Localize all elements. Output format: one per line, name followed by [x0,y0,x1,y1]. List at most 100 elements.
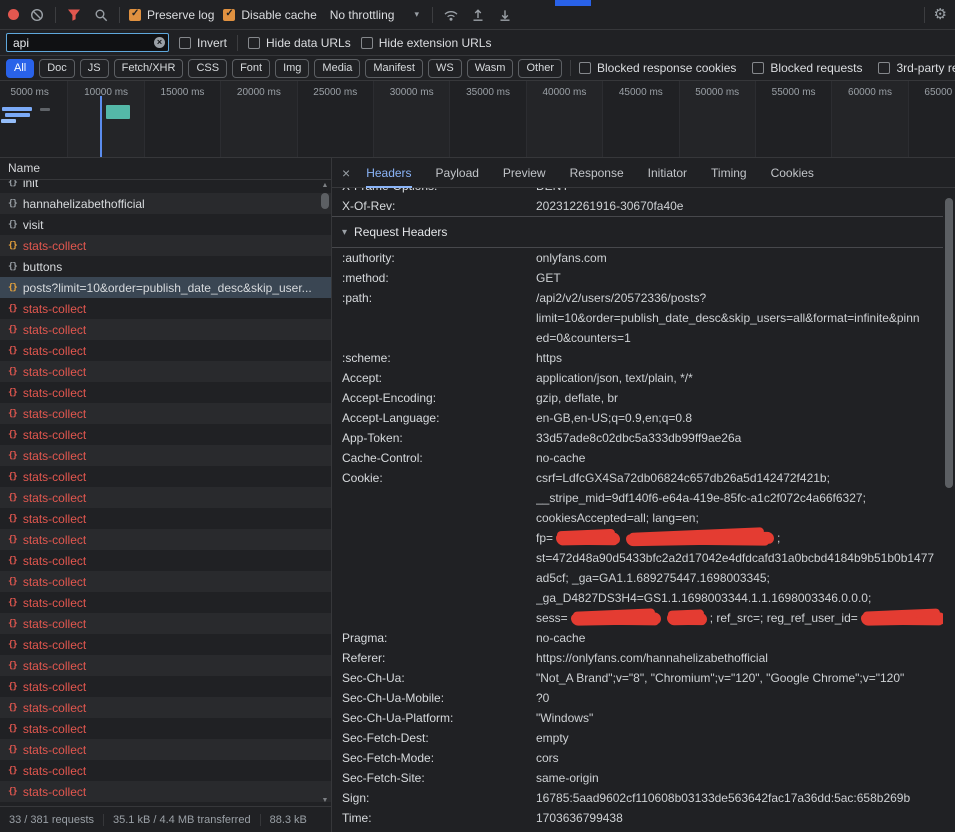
header-row: Sec-Fetch-Mode:cors [342,748,943,768]
filter-chip-doc[interactable]: Doc [39,59,75,78]
settings-gear-icon[interactable]: ⚙ [934,7,947,22]
scrollbar-thumb[interactable] [321,193,329,209]
request-row[interactable]: {}stats-collect [0,592,331,613]
request-row[interactable]: {}visit [0,214,331,235]
script-icon: {} [8,787,17,797]
redaction-scribble [571,612,661,626]
request-row[interactable]: {}stats-collect [0,655,331,676]
request-row[interactable]: {}stats-collect [0,550,331,571]
request-row[interactable]: {}stats-collect [0,445,331,466]
filter-chip-all[interactable]: All [6,59,34,78]
clear-network-log-button[interactable] [28,6,46,24]
search-button[interactable] [92,6,110,24]
request-row[interactable]: {}stats-collect [0,739,331,760]
details-scrollbar[interactable] [943,188,955,832]
header-value-line: 16785:5aad9602cf110608b03133de563642fac1… [536,788,943,808]
section-request-headers[interactable]: ▾Request Headers [332,216,943,248]
header-value-line: "Windows" [536,708,943,728]
throttling-dropdown[interactable]: No throttling ▾ [330,8,419,22]
request-row[interactable]: {}hannahelizabethofficial [0,193,331,214]
close-icon[interactable]: × [342,166,350,180]
filter-chip-css[interactable]: CSS [188,59,227,78]
filter-input[interactable] [6,33,169,52]
tab-timing[interactable]: Timing [711,158,747,188]
request-row[interactable]: {}init [0,180,331,193]
script-icon: {} [8,766,17,776]
tab-headers[interactable]: Headers [366,158,411,188]
request-row[interactable]: {}stats-collect [0,697,331,718]
filter-chip-font[interactable]: Font [232,59,270,78]
request-name: stats-collect [23,533,323,547]
tab-response[interactable]: Response [570,158,624,188]
details-tab-bar: × Headers Payload Preview Response Initiator… [332,158,955,188]
filter-chip-js[interactable]: JS [80,59,109,78]
network-conditions-button[interactable] [442,6,460,24]
import-har-button[interactable] [469,6,487,24]
request-row[interactable]: {}stats-collect [0,382,331,403]
clear-filter-icon[interactable]: × [154,37,165,48]
header-value-line: DENY [536,188,943,196]
request-row[interactable]: {}stats-collect [0,340,331,361]
export-har-button[interactable] [496,6,514,24]
request-row[interactable]: {}stats-collect [0,403,331,424]
request-row[interactable]: {}stats-collect [0,760,331,781]
filter-chip-img[interactable]: Img [275,59,309,78]
requests-scrollbar[interactable]: ▲ ▼ [319,180,331,806]
header-value: same-origin [536,768,943,788]
request-name: stats-collect [23,365,323,379]
disable-cache-checkbox[interactable]: Disable cache [223,8,316,22]
tab-payload[interactable]: Payload [436,158,479,188]
scrollbar-thumb[interactable] [945,198,953,488]
request-row[interactable]: {}stats-collect [0,361,331,382]
tab-preview[interactable]: Preview [503,158,546,188]
request-list: {}init{}hannahelizabethofficial{}visit{}… [0,180,331,806]
scroll-down-icon[interactable]: ▼ [322,795,329,806]
toolbar-separator [432,7,433,23]
script-icon: {} [8,514,17,524]
request-row[interactable]: {}stats-collect [0,571,331,592]
request-row[interactable]: {}posts?limit=10&order=publish_date_desc… [0,277,331,298]
request-row[interactable]: {}stats-collect [0,781,331,802]
request-row[interactable]: {}stats-collect [0,508,331,529]
request-row[interactable]: {}stats-collect [0,298,331,319]
filter-chip-fetch-xhr[interactable]: Fetch/XHR [114,59,184,78]
request-row[interactable]: {}stats-collect [0,424,331,445]
request-row[interactable]: {}stats-collect [0,319,331,340]
filter-chip-ws[interactable]: WS [428,59,462,78]
name-column-header[interactable]: Name [0,158,331,180]
checkbox-icon [752,62,764,74]
record-button[interactable] [8,9,19,20]
request-row[interactable]: {}stats-collect [0,487,331,508]
header-value-line: no-cache [536,448,943,468]
tab-cookies[interactable]: Cookies [771,158,814,188]
hide-extension-urls-label: Hide extension URLs [379,36,492,50]
request-row[interactable]: {}stats-collect [0,235,331,256]
request-row[interactable]: {}stats-collect [0,676,331,697]
header-row: :authority:onlyfans.com [342,248,943,268]
tab-initiator[interactable]: Initiator [648,158,687,188]
3rd-party-requests-checkbox[interactable]: 3rd-party requests [878,61,955,75]
header-value-line: cookiesAccepted=all; lang=en; [536,508,943,528]
preserve-log-checkbox[interactable]: Preserve log [129,8,214,22]
header-row: Sign:16785:5aad9602cf110608b03133de56364… [342,788,943,808]
request-name: stats-collect [23,743,323,757]
request-row[interactable]: {}stats-collect [0,634,331,655]
request-row[interactable]: {}stats-collect [0,466,331,487]
filter-chip-media[interactable]: Media [314,59,360,78]
request-row[interactable]: {}stats-collect [0,718,331,739]
timeline-overview[interactable]: 5000 ms10000 ms15000 ms20000 ms25000 ms3… [0,81,955,158]
invert-checkbox[interactable]: Invert [179,36,227,50]
filter-chip-manifest[interactable]: Manifest [365,59,423,78]
request-row[interactable]: {}buttons [0,256,331,277]
scroll-up-icon[interactable]: ▲ [322,180,329,191]
filter-chip-other[interactable]: Other [518,59,562,78]
blocked-requests-checkbox[interactable]: Blocked requests [752,61,862,75]
filter-button[interactable] [65,6,83,24]
request-row[interactable]: {}stats-collect [0,613,331,634]
filter-chip-wasm[interactable]: Wasm [467,59,514,78]
hide-data-urls-checkbox[interactable]: Hide data URLs [248,36,351,50]
redaction-scribble [861,612,943,625]
blocked-response-cookies-checkbox[interactable]: Blocked response cookies [579,61,736,75]
request-row[interactable]: {}stats-collect [0,529,331,550]
hide-extension-urls-checkbox[interactable]: Hide extension URLs [361,36,492,50]
